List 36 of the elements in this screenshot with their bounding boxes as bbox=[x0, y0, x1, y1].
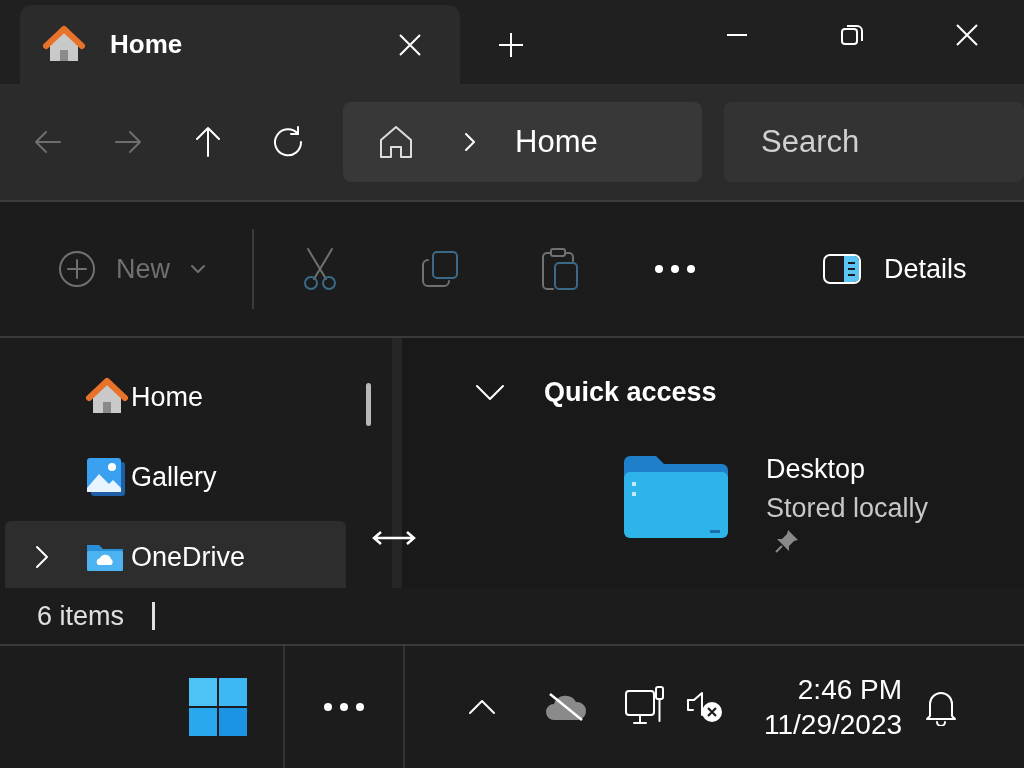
gallery-icon bbox=[85, 456, 127, 498]
details-pane-icon bbox=[822, 253, 862, 285]
folder-location: Stored locally bbox=[766, 493, 929, 524]
chevron-right-icon[interactable] bbox=[463, 131, 477, 153]
sidebar-item[interactable]: OneDrive bbox=[5, 521, 346, 588]
speaker-muted-icon[interactable] bbox=[686, 690, 724, 724]
date: 11/29/2023 bbox=[764, 708, 903, 742]
windows-logo-icon[interactable] bbox=[189, 678, 247, 736]
plus-icon[interactable] bbox=[498, 31, 524, 58]
chevron-right-icon[interactable] bbox=[35, 545, 49, 569]
cloud-off-icon[interactable] bbox=[544, 692, 588, 722]
close-icon[interactable] bbox=[955, 24, 978, 46]
item-count: 6 items bbox=[37, 600, 125, 632]
address-bar[interactable]: Home bbox=[343, 102, 702, 182]
sidebar-item[interactable]: Gallery bbox=[5, 441, 346, 513]
plus-circle-icon bbox=[58, 250, 96, 288]
tab[interactable]: Home bbox=[20, 5, 460, 84]
resize-cursor-icon bbox=[372, 530, 416, 546]
folder-name: Desktop bbox=[766, 454, 867, 485]
details-button[interactable]: Details bbox=[816, 229, 973, 309]
caret-up-icon[interactable] bbox=[468, 699, 496, 715]
breadcrumb-item[interactable]: Home bbox=[515, 124, 598, 160]
search-field[interactable]: Search bbox=[724, 102, 1024, 182]
caret-down-icon bbox=[190, 264, 206, 274]
more-icon[interactable] bbox=[654, 264, 696, 274]
home-icon[interactable] bbox=[377, 123, 415, 161]
close-icon[interactable] bbox=[398, 32, 422, 57]
sidebar-item[interactable]: Home bbox=[5, 361, 346, 433]
clock[interactable]: 2:46 PM 11/29/2023 bbox=[764, 672, 903, 742]
folder-icon[interactable] bbox=[622, 454, 730, 540]
restore-icon[interactable] bbox=[840, 24, 863, 46]
more-icon[interactable] bbox=[323, 702, 365, 712]
scrollbar-thumb[interactable] bbox=[366, 383, 371, 426]
minimize-icon[interactable] bbox=[725, 33, 748, 37]
time: 2:46 PM bbox=[797, 673, 903, 707]
section-title: Quick access bbox=[544, 376, 717, 408]
